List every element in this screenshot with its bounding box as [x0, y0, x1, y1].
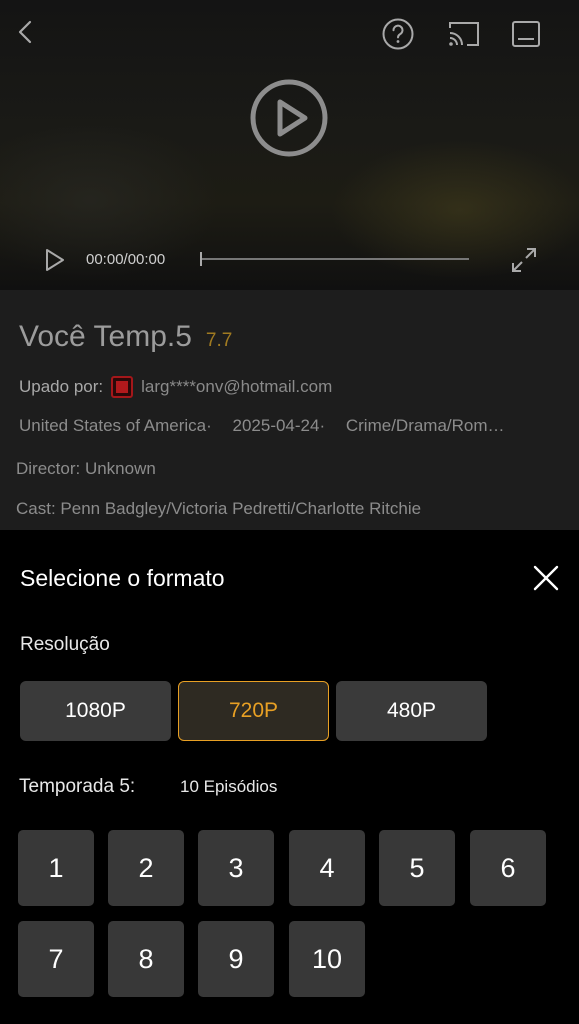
uploader-label: Upado por: [19, 377, 104, 396]
episode-count: 10 Episódios [180, 777, 278, 796]
uploader-row: Upado por: larg****onv@hotmail.com [19, 376, 332, 398]
release-date: 2025-04-24· [232, 416, 326, 435]
help-icon[interactable] [380, 16, 416, 52]
play-icon[interactable] [40, 246, 68, 274]
resolution-button-1080p[interactable]: 1080P [20, 681, 171, 741]
title-row: Você Temp.5 7.7 [19, 320, 232, 354]
sheet-title: Selecione o formato [20, 565, 225, 591]
player-controls: 00:00/00:00 [0, 238, 579, 282]
resolution-button-720p[interactable]: 720P [178, 681, 329, 741]
uploader-avatar [111, 376, 134, 398]
page-title: Você Temp.5 [19, 320, 192, 353]
cast: Cast: Penn Badgley/Victoria Pedretti/Cha… [16, 499, 422, 518]
playback-time: 00:00/00:00 [86, 251, 166, 268]
resolution-label: Resolução [20, 634, 110, 655]
uploader-email[interactable]: larg****onv@hotmail.com [141, 377, 332, 397]
cast-icon[interactable] [446, 16, 482, 52]
genres: Crime/Drama/Rom… [345, 416, 505, 435]
director: Director: Unknown [16, 459, 156, 478]
country: United States of America· [19, 416, 212, 435]
episode-button-10[interactable]: 10 [289, 921, 365, 997]
format-selection-sheet: Selecione o formato Resolução 1080P 720P… [0, 530, 579, 1024]
episode-button-6[interactable]: 6 [470, 830, 546, 906]
episode-button-1[interactable]: 1 [18, 830, 94, 906]
resolution-button-480p[interactable]: 480P [336, 681, 487, 741]
episode-button-9[interactable]: 9 [198, 921, 274, 997]
close-icon[interactable] [530, 562, 562, 594]
season-label: Temporada 5: [19, 776, 136, 797]
progress-bar[interactable] [200, 258, 469, 260]
rating-score: 7.7 [205, 330, 233, 351]
play-circle-icon[interactable] [249, 78, 329, 158]
progress-handle[interactable] [200, 252, 202, 266]
episode-button-7[interactable]: 7 [18, 921, 94, 997]
episode-button-8[interactable]: 8 [108, 921, 184, 997]
episode-button-5[interactable]: 5 [379, 830, 455, 906]
back-arrow-icon[interactable] [10, 16, 42, 48]
video-player[interactable]: 00:00/00:00 [0, 0, 579, 290]
episode-button-2[interactable]: 2 [108, 830, 184, 906]
meta-row: United States of America· 2025-04-24· Cr… [19, 416, 559, 436]
episode-button-3[interactable]: 3 [198, 830, 274, 906]
subtitle-icon[interactable] [508, 16, 544, 52]
episode-button-4[interactable]: 4 [289, 830, 365, 906]
title-info-section: Você Temp.5 7.7 Upado por: larg****onv@h… [0, 290, 579, 530]
fullscreen-icon[interactable] [508, 244, 540, 276]
